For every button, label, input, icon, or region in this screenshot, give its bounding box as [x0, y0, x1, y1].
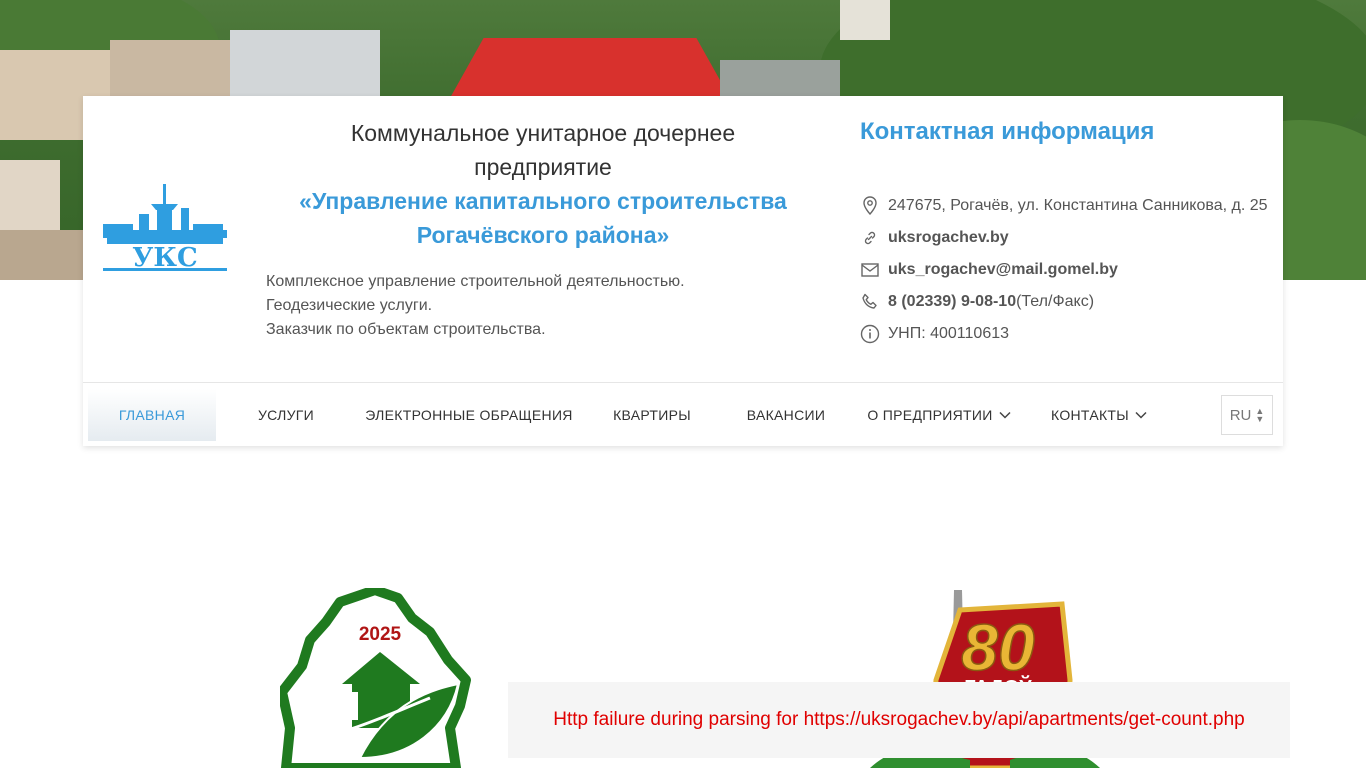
header-card: УКС Коммунальное унитарное дочернее пред… [83, 96, 1283, 446]
company-name: Коммунальное унитарное дочернее предприя… [283, 116, 803, 252]
nav-item-label: ВАКАНСИИ [746, 407, 826, 423]
phone-note: (Тел/Факс) [1016, 293, 1095, 310]
nav-item-contacts[interactable]: КОНТАКТЫ [1043, 389, 1155, 441]
company-line-2: предприятие [474, 154, 612, 180]
email-link[interactable]: uks_rogachev@mail.gomel.by [888, 261, 1118, 279]
chevron-down-icon [1135, 411, 1147, 419]
phone-number[interactable]: 8 (02339) 9-08-10 [888, 293, 1016, 311]
nav-item-services[interactable]: УСЛУГИ [236, 389, 336, 441]
nav-item-label: КОНТАКТЫ [1051, 407, 1129, 423]
contact-address: 247675, Рогачёв, ул. Константина Саннико… [860, 194, 1268, 218]
uks-logo[interactable]: УКС [103, 184, 227, 272]
services-list: Комплексное управление строительной деят… [266, 270, 685, 342]
main-nav: ГЛАВНАЯ УСЛУГИ ЭЛЕКТРОННЫЕ ОБРАЩЕНИЯ КВА… [83, 382, 1283, 446]
nav-item-electronic-appeals[interactable]: ЭЛЕКТРОННЫЕ ОБРАЩЕНИЯ [359, 389, 579, 441]
website-link[interactable]: uksrogachev.by [888, 229, 1009, 247]
company-line-1: Коммунальное унитарное дочернее [350, 120, 736, 146]
contact-unp: УНП: 400110613 [860, 322, 1009, 346]
unp-text: УНП: 400110613 [888, 325, 1010, 342]
company-line-3: «Управление капитального строительства [299, 188, 787, 214]
nav-item-home[interactable]: ГЛАВНАЯ [88, 389, 216, 441]
contact-website[interactable]: uksrogachev.by [860, 226, 1009, 250]
mail-icon [860, 260, 880, 280]
service-item: Геодезические услуги. [266, 297, 433, 314]
service-item: Комплексное управление строительной деят… [266, 273, 685, 290]
year-2025-emblem: 2025 [280, 588, 471, 768]
link-icon [860, 228, 880, 248]
logo-text: УКС [132, 243, 197, 272]
nav-item-label: УСЛУГИ [257, 407, 315, 423]
emblem-year: 2025 [359, 624, 402, 645]
nav-item-label: О ПРЕДПРИЯТИИ [867, 407, 993, 423]
address-text: 247675, Рогачёв, ул. Константина Саннико… [888, 197, 1268, 214]
service-item: Заказчик по объектам строительства. [266, 321, 546, 338]
language-value: RU [1229, 406, 1252, 424]
nav-item-label: ЭЛЕКТРОННЫЕ ОБРАЩЕНИЯ [365, 407, 573, 423]
nav-item-label: ГЛАВНАЯ [118, 407, 186, 423]
nav-item-apartments[interactable]: КВАРТИРЫ [598, 389, 706, 441]
contact-email[interactable]: uks_rogachev@mail.gomel.by [860, 258, 1118, 282]
select-arrows-icon: ▲ ▼ [1255, 406, 1265, 424]
nav-item-vacancies[interactable]: ВАКАНСИИ [731, 389, 841, 441]
phone-icon [860, 292, 880, 312]
location-pin-icon [860, 196, 880, 216]
contacts-title: Контактная информация [860, 118, 1155, 145]
error-message: Http failure during parsing for https://… [508, 682, 1290, 758]
chevron-down-icon [999, 411, 1011, 419]
error-text: Http failure during parsing for https://… [553, 709, 1245, 730]
contacts-block: Контактная информация 247675, Рогачёв, у… [860, 116, 1280, 344]
info-icon [860, 324, 880, 344]
nav-item-about[interactable]: О ПРЕДПРИЯТИИ [865, 389, 1013, 441]
emblem-number: 80 [961, 610, 1035, 684]
company-line-4: Рогачёвского района» [416, 222, 670, 248]
contact-phone[interactable]: 8 (02339) 9-08-10 (Тел/Факс) [860, 290, 1094, 314]
language-select[interactable]: RU ▲ ▼ [1221, 395, 1273, 435]
nav-item-label: КВАРТИРЫ [613, 407, 691, 423]
